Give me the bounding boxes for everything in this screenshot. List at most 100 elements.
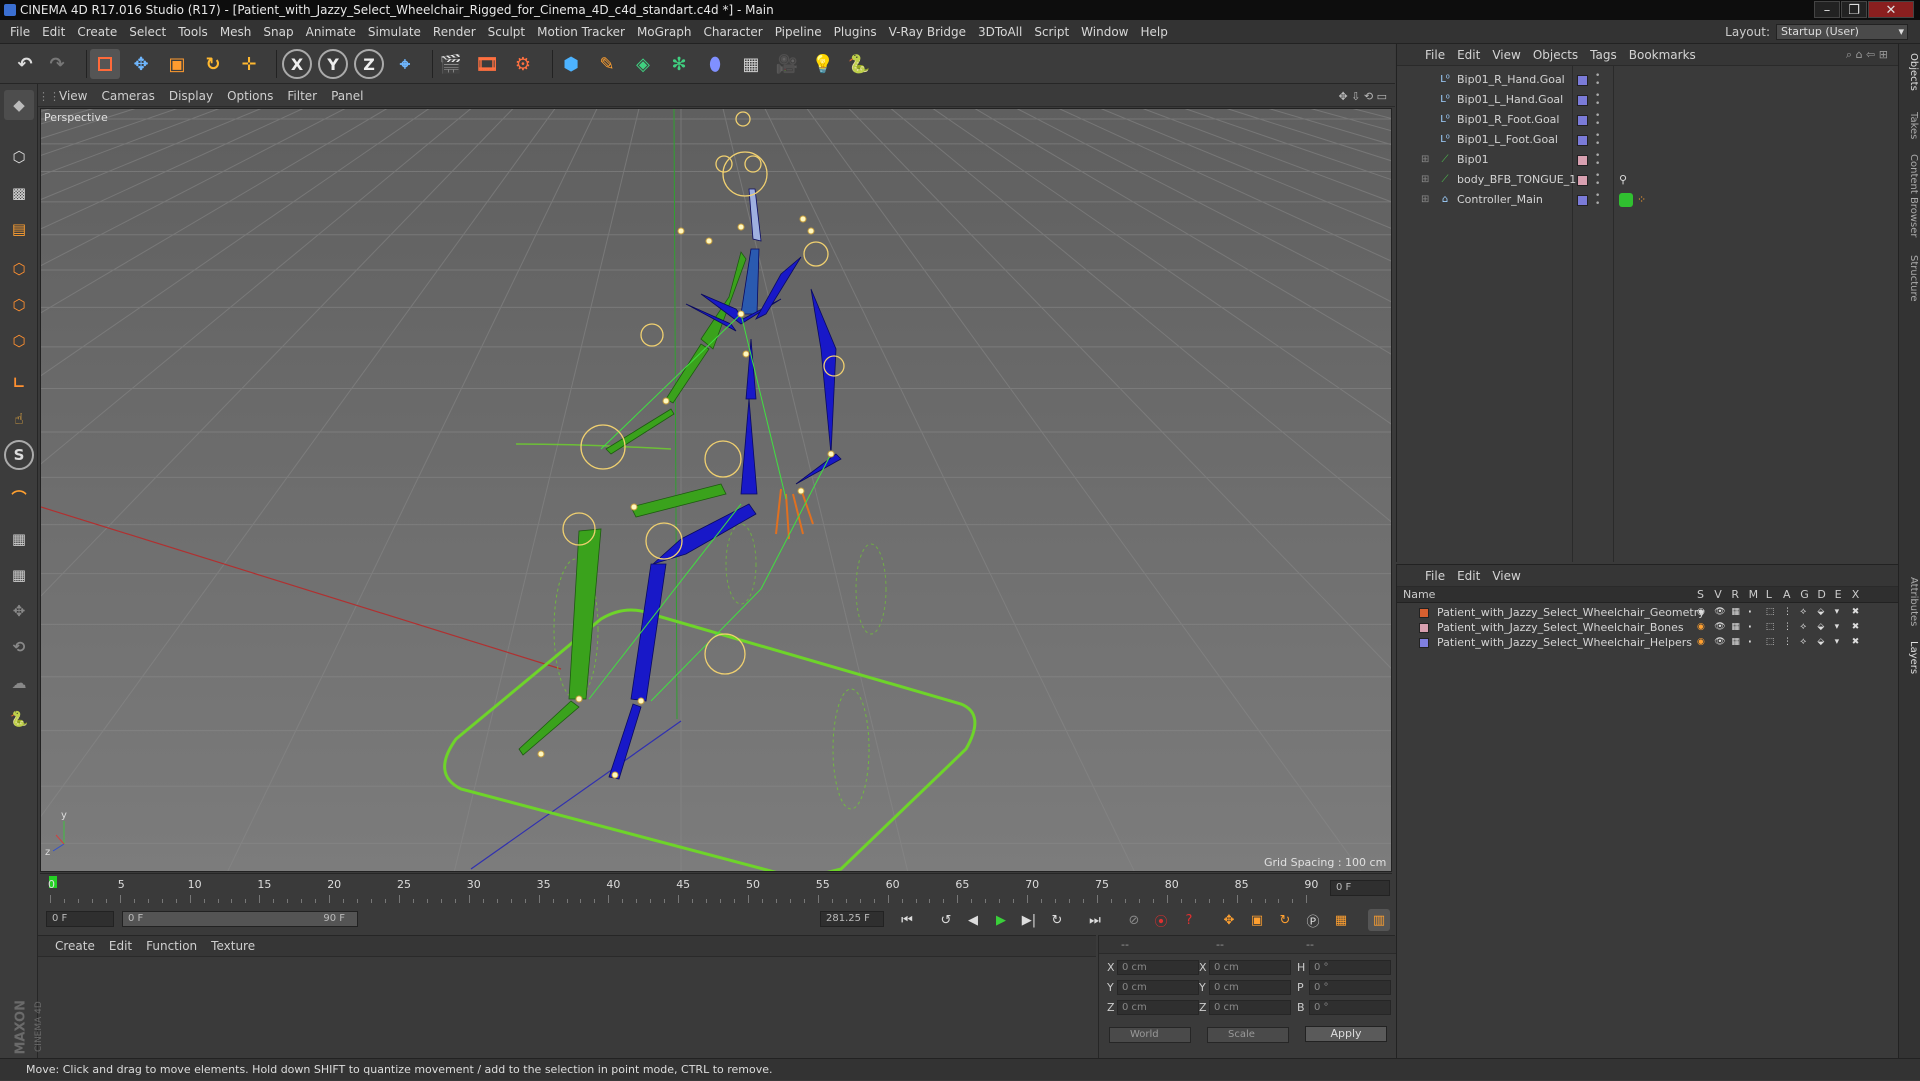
viewport-menu-display[interactable]: Display: [162, 86, 220, 107]
move-icon[interactable]: ✥: [126, 49, 156, 79]
viewport-menu-cameras[interactable]: Cameras: [94, 86, 161, 107]
parameter-key-icon[interactable]: Ⓟ: [1302, 909, 1324, 931]
menu-mesh[interactable]: Mesh: [214, 20, 258, 44]
coord-field[interactable]: 0 cm: [1209, 980, 1291, 995]
object-row[interactable]: L⁰ Bip01_R_Hand.Goal • •: [1397, 70, 1897, 90]
object-row[interactable]: ⊞ ⟋ Bip01 • •: [1397, 150, 1897, 170]
menu-character[interactable]: Character: [697, 20, 768, 44]
locked-workplane-icon[interactable]: ▦: [4, 524, 34, 554]
layer-toggle-icon[interactable]: ⟡: [1800, 635, 1806, 650]
texture-mode-icon[interactable]: ▩: [4, 178, 34, 208]
coord-field[interactable]: 0 °: [1309, 980, 1391, 995]
layer-color-swatch[interactable]: [1577, 115, 1588, 126]
material-menu-function[interactable]: Function: [139, 936, 204, 957]
edges-mode-icon[interactable]: ⬡: [4, 290, 34, 320]
expand-icon[interactable]: ⊞: [1421, 170, 1429, 190]
layer-toggle-icon[interactable]: ⟡: [1800, 620, 1806, 635]
layer-menu-edit[interactable]: Edit: [1451, 565, 1486, 587]
scale-mode-dropdown[interactable]: Scale: [1207, 1027, 1289, 1043]
layer-toggle-icon[interactable]: ⋮: [1783, 620, 1792, 635]
object-menu-tags[interactable]: Tags: [1584, 44, 1623, 66]
menu-tools[interactable]: Tools: [172, 20, 214, 44]
object-menu-bookmarks[interactable]: Bookmarks: [1623, 44, 1702, 66]
layer-column-l[interactable]: L: [1766, 587, 1772, 603]
previous-key-icon[interactable]: ↺: [935, 909, 957, 931]
layer-column-v[interactable]: V: [1714, 587, 1722, 603]
viewport-menu-panel[interactable]: Panel: [324, 86, 370, 107]
layer-color-swatch[interactable]: [1577, 95, 1588, 106]
next-key-icon[interactable]: ↻: [1046, 909, 1068, 931]
visibility-dots[interactable]: • •: [1595, 72, 1600, 89]
deformer-icon[interactable]: ⬮: [700, 49, 730, 79]
layer-color-swatch[interactable]: [1419, 608, 1429, 618]
visibility-dots[interactable]: • •: [1595, 172, 1600, 189]
visibility-dots[interactable]: • •: [1595, 132, 1600, 149]
layer-row[interactable]: Patient_with_Jazzy_Select_Wheelchair_Bon…: [1397, 620, 1897, 635]
menu-create[interactable]: Create: [71, 20, 123, 44]
menu-plugins[interactable]: Plugins: [828, 20, 883, 44]
keyframe-selection-icon[interactable]: ?: [1178, 909, 1200, 931]
points-mode-icon[interactable]: ⬡: [4, 254, 34, 284]
layer-toggle-icon[interactable]: ⟡: [1800, 605, 1806, 620]
menu-3dtoall[interactable]: 3DToAll: [972, 20, 1028, 44]
scale-icon[interactable]: ▣: [162, 49, 192, 79]
edit-render-settings-icon[interactable]: ⚙: [508, 49, 538, 79]
menu-mograph[interactable]: MoGraph: [631, 20, 698, 44]
layer-toggle-icon[interactable]: ▾: [1835, 620, 1840, 635]
visibility-dots[interactable]: • •: [1595, 112, 1600, 129]
workplane-mode-icon[interactable]: ▤: [4, 214, 34, 244]
menu-simulate[interactable]: Simulate: [362, 20, 427, 44]
subdivision-surface-icon[interactable]: ◈: [628, 49, 658, 79]
autokey-icon[interactable]: ⦿: [1150, 909, 1172, 931]
current-frame-field[interactable]: 0 F: [1330, 880, 1390, 896]
layer-column-s[interactable]: S: [1697, 587, 1704, 603]
magnet-icon[interactable]: ⌒: [4, 482, 34, 512]
minimize-button[interactable]: –: [1814, 1, 1840, 18]
layer-toggle-icon[interactable]: ▾: [1835, 605, 1840, 620]
layer-column-name[interactable]: Name: [1403, 587, 1435, 603]
polygons-mode-icon[interactable]: ⬡: [4, 326, 34, 356]
layer-row[interactable]: Patient_with_Jazzy_Select_Wheelchair_Hel…: [1397, 635, 1897, 650]
axis-mode-icon[interactable]: ∟: [4, 368, 34, 398]
menu-snap[interactable]: Snap: [257, 20, 299, 44]
menu-v-ray-bridge[interactable]: V-Ray Bridge: [883, 20, 972, 44]
coord-field[interactable]: 0 cm: [1209, 1000, 1291, 1015]
layer-toggle-icon[interactable]: ⬚: [1766, 605, 1775, 620]
menu-script[interactable]: Script: [1028, 20, 1075, 44]
layer-toggle-icon[interactable]: ⬙: [1817, 635, 1824, 650]
previous-frame-icon[interactable]: ◀: [962, 909, 984, 931]
live-selection-icon[interactable]: [90, 49, 120, 79]
planar-workplane-icon[interactable]: ▦: [4, 560, 34, 590]
brush-icon[interactable]: ⟲: [4, 632, 34, 662]
tab-content-browser[interactable]: Content Browser: [1901, 148, 1919, 244]
tab-layers[interactable]: Layers: [1901, 636, 1919, 680]
timeline-layout-icon[interactable]: ▥: [1368, 909, 1390, 931]
layer-column-a[interactable]: A: [1783, 587, 1791, 603]
coord-field[interactable]: 0 °: [1309, 960, 1391, 975]
layer-toggle-icon[interactable]: ✖: [1852, 635, 1860, 650]
object-manager-nav-icons[interactable]: ⌕ ⌂ ⇦ ⊞: [1846, 44, 1888, 66]
light-icon[interactable]: 💡: [808, 49, 838, 79]
tab-objects[interactable]: Objects: [1901, 52, 1919, 92]
layer-toggle-icon[interactable]: ◉: [1697, 635, 1705, 650]
layer-toggle-icon[interactable]: ⬙: [1817, 605, 1824, 620]
menu-render[interactable]: Render: [427, 20, 482, 44]
snapping-icon[interactable]: S: [4, 440, 34, 470]
menu-help[interactable]: Help: [1134, 20, 1173, 44]
undo-icon[interactable]: ↶: [10, 49, 40, 79]
layer-toggle-icon[interactable]: ✖: [1852, 605, 1860, 620]
menu-edit[interactable]: Edit: [36, 20, 71, 44]
layer-column-x[interactable]: X: [1852, 587, 1860, 603]
layer-toggle-icon[interactable]: ▦: [1731, 605, 1740, 620]
layer-toggle-icon[interactable]: ⬝: [1749, 605, 1751, 620]
layer-toggle-icon[interactable]: ✖: [1852, 620, 1860, 635]
object-menu-view[interactable]: View: [1486, 44, 1526, 66]
layer-column-g[interactable]: G: [1800, 587, 1809, 603]
coord-field[interactable]: 0 cm: [1117, 980, 1199, 995]
viewport-menu-options[interactable]: Options: [220, 86, 280, 107]
make-editable-icon[interactable]: ◆: [4, 90, 34, 120]
layer-toggle-icon[interactable]: ⬚: [1766, 635, 1775, 650]
rotate-icon[interactable]: ↻: [198, 49, 228, 79]
coord-field[interactable]: 0 cm: [1209, 960, 1291, 975]
object-row[interactable]: ⊞ ⟋ body_BFB_TONGUE_1 • • ⚲: [1397, 170, 1897, 190]
